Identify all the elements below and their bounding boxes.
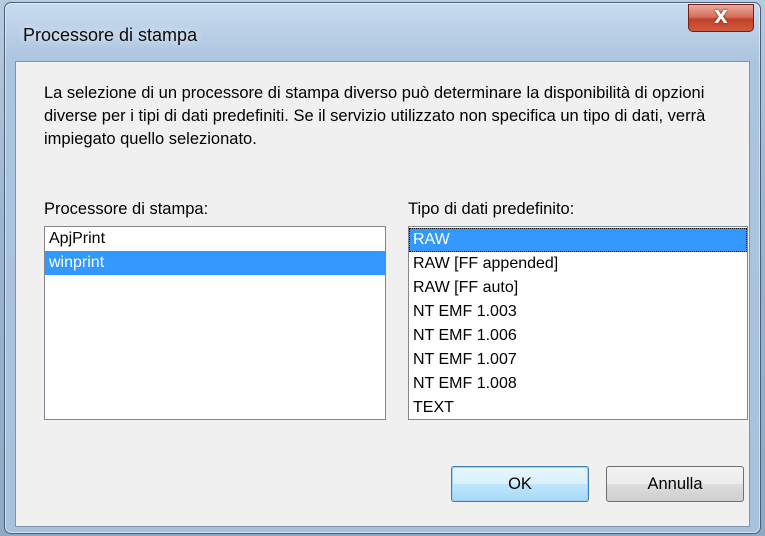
processor-item-winprint[interactable]: winprint [45, 251, 385, 275]
ok-button[interactable]: OK [451, 466, 589, 502]
datatype-item-nt-emf-1003[interactable]: NT EMF 1.003 [409, 300, 747, 324]
datatype-item-raw-ff-appended[interactable]: RAW [FF appended] [409, 252, 747, 276]
processor-listbox[interactable]: ApjPrint winprint [44, 226, 386, 420]
datatype-item-text[interactable]: TEXT [409, 396, 747, 420]
datatype-item-raw[interactable]: RAW [409, 228, 747, 252]
datatype-listbox[interactable]: RAW RAW [FF appended] RAW [FF auto] NT E… [408, 226, 748, 420]
dialog-title: Processore di stampa [23, 25, 198, 45]
dialog-client-area: La selezione di un processore di stampa … [15, 61, 750, 527]
description-text: La selezione di un processore di stampa … [44, 84, 706, 148]
close-icon: X [714, 7, 728, 28]
datatype-item-nt-emf-1006[interactable]: NT EMF 1.006 [409, 324, 747, 348]
dialog-window: Processore di stampa X La selezione di u… [4, 2, 761, 534]
processor-list-label: Processore di stampa: [44, 200, 209, 218]
datatype-item-nt-emf-1008[interactable]: NT EMF 1.008 [409, 372, 747, 396]
processor-item-apjprint[interactable]: ApjPrint [45, 227, 385, 251]
close-button[interactable]: X [688, 4, 754, 32]
datatype-list-label: Tipo di dati predefinito: [408, 200, 575, 218]
datatype-item-raw-ff-auto[interactable]: RAW [FF auto] [409, 276, 747, 300]
datatype-item-nt-emf-1007[interactable]: NT EMF 1.007 [409, 348, 747, 372]
title-bar[interactable]: Processore di stampa X [5, 3, 760, 63]
cancel-button[interactable]: Annulla [606, 466, 744, 502]
